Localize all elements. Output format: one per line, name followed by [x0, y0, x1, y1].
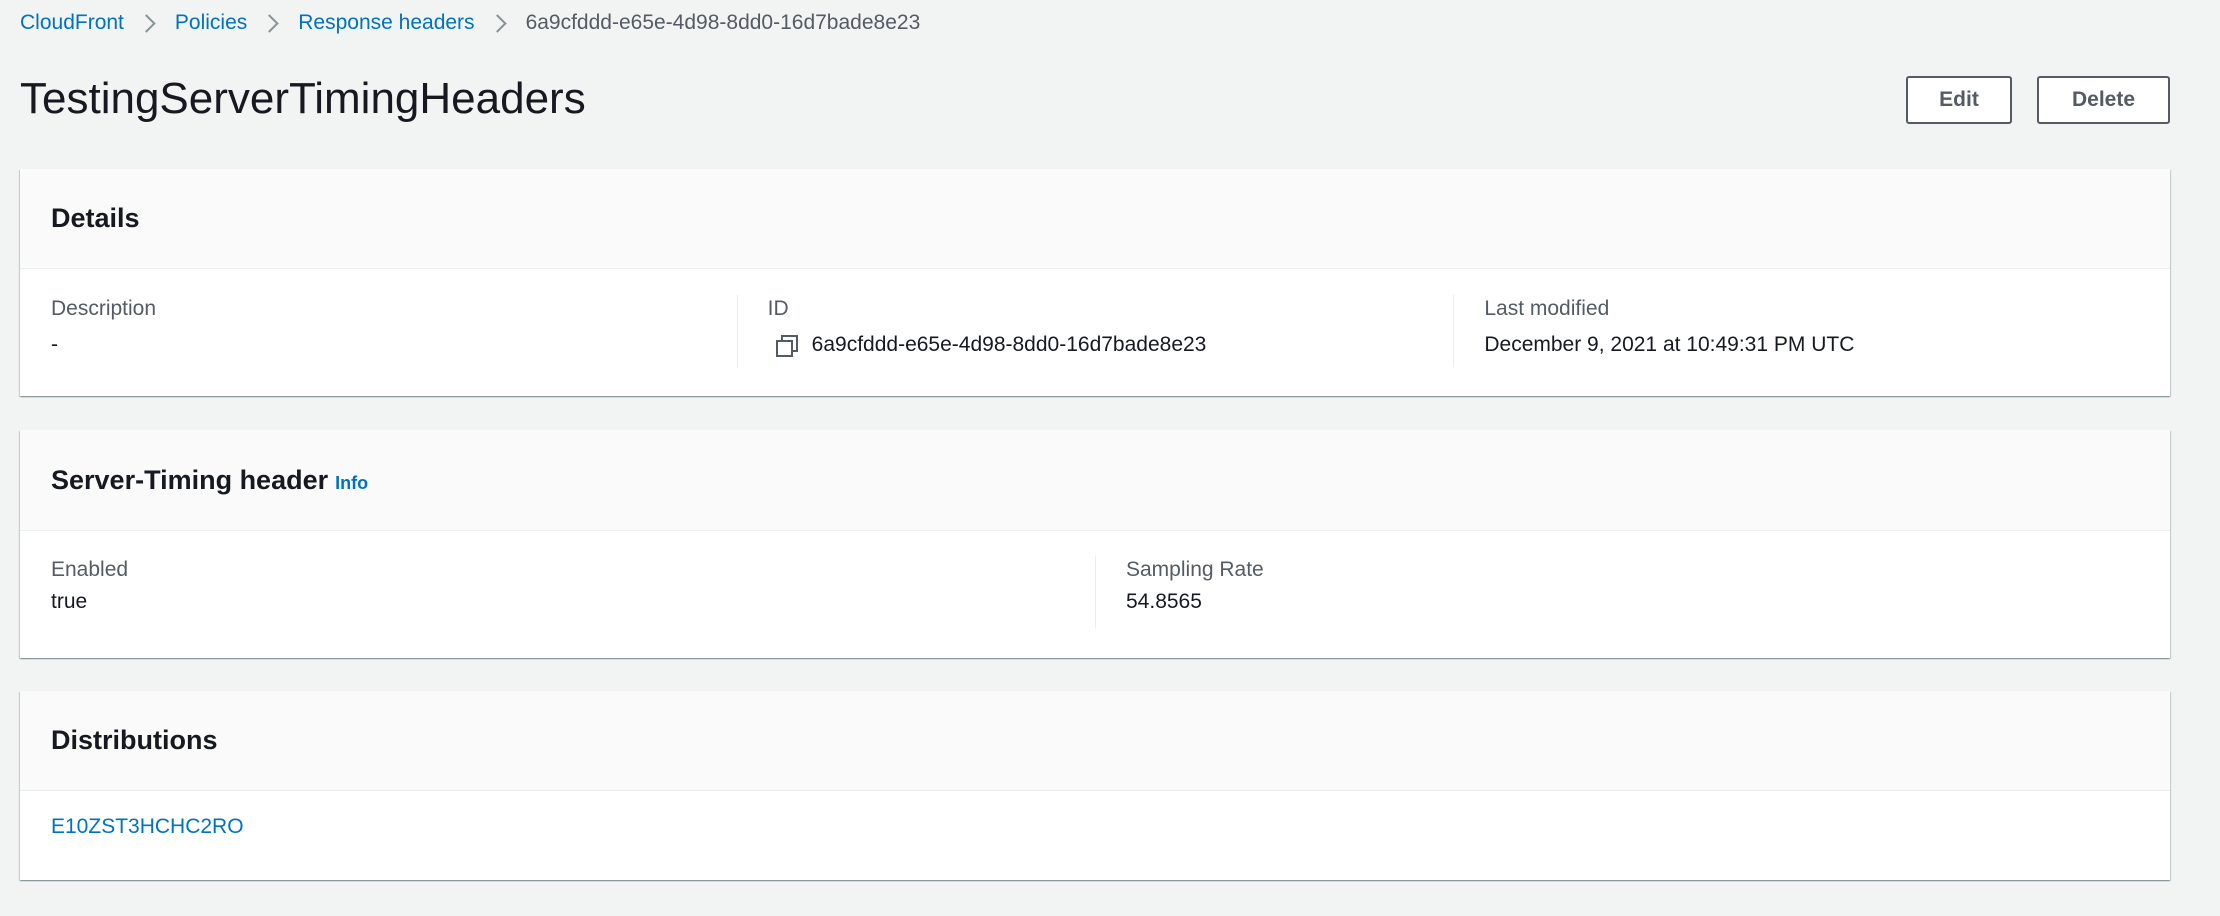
- chevron-right-icon: [487, 13, 507, 33]
- id-label: ID: [767, 297, 789, 320]
- details-panel: Details Description - ID 6a9cfddd-e65e-4…: [20, 169, 2170, 396]
- server-timing-panel-header: Server-Timing header Info: [20, 430, 2170, 531]
- id-value-row: 6a9cfddd-e65e-4d98-8dd0-16d7bade8e23: [768, 331, 1423, 359]
- id-value: 6a9cfddd-e65e-4d98-8dd0-16d7bade8e23: [811, 333, 1207, 356]
- info-link[interactable]: Info: [335, 473, 368, 494]
- breadcrumb-response-headers-link[interactable]: Response headers: [298, 11, 474, 35]
- server-timing-panel: Server-Timing header Info Enabled true S…: [20, 430, 2170, 658]
- last-modified-field: Last modified December 9, 2021 at 10:49:…: [1453, 295, 2170, 367]
- last-modified-value: December 9, 2021 at 10:49:31 PM UTC: [1484, 333, 1855, 356]
- enabled-field: Enabled true: [20, 556, 1095, 628]
- distribution-link[interactable]: E10ZST3HCHC2RO: [51, 815, 244, 838]
- delete-button[interactable]: Delete: [2037, 76, 2170, 124]
- chevron-right-icon: [260, 13, 279, 33]
- distributions-list: E10ZST3HCHC2RO: [20, 791, 2170, 841]
- server-timing-title: Server-Timing header: [51, 464, 329, 495]
- sampling-rate-field: Sampling Rate 54.8565: [1095, 556, 2170, 628]
- distributions-title: Distributions: [51, 725, 218, 755]
- details-panel-header: Details: [20, 169, 2170, 269]
- distributions-panel: Distributions E10ZST3HCHC2RO: [20, 691, 2170, 880]
- last-modified-label: Last modified: [1484, 297, 1610, 320]
- breadcrumb-cloudfront-link[interactable]: CloudFront: [20, 11, 124, 35]
- breadcrumb-policies-link[interactable]: Policies: [175, 11, 247, 35]
- copy-icon[interactable]: [774, 333, 798, 357]
- details-panel-body: Description - ID 6a9cfddd-e65e-4d98-8dd0…: [20, 269, 2170, 396]
- sampling-rate-value: 54.8565: [1126, 590, 1202, 613]
- id-field: ID 6a9cfddd-e65e-4d98-8dd0-16d7bade8e23: [736, 295, 1454, 367]
- page-title: TestingServerTimingHeaders: [20, 74, 586, 123]
- description-value: -: [51, 333, 58, 356]
- edit-button[interactable]: Edit: [1906, 76, 2012, 124]
- chevron-right-icon: [137, 13, 156, 33]
- breadcrumb: CloudFront Policies Response headers 6a9…: [20, 8, 920, 38]
- enabled-value: true: [51, 590, 88, 613]
- enabled-label: Enabled: [51, 558, 129, 581]
- details-title: Details: [51, 203, 140, 233]
- description-field: Description -: [20, 295, 737, 367]
- description-label: Description: [51, 297, 157, 320]
- breadcrumb-current: 6a9cfddd-e65e-4d98-8dd0-16d7bade8e23: [525, 11, 921, 34]
- server-timing-panel-body: Enabled true Sampling Rate 54.8565: [20, 531, 2170, 658]
- distributions-panel-header: Distributions: [20, 691, 2170, 791]
- sampling-rate-label: Sampling Rate: [1126, 558, 1264, 581]
